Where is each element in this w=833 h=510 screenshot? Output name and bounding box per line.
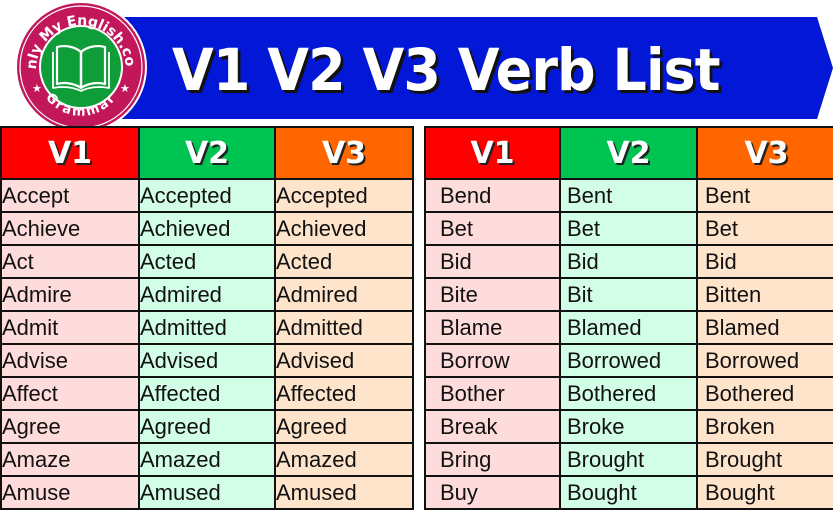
v3-cell: Bought	[696, 475, 833, 510]
v1-cell: Borrow	[424, 343, 561, 378]
v1-cell: Amaze	[0, 442, 140, 477]
v3-cell: Bitten	[696, 277, 833, 312]
table-row: Amuse Amused Amused	[0, 475, 414, 510]
v1-cell: Advise	[0, 343, 140, 378]
v2-cell: Bent	[559, 178, 698, 213]
v2-cell: Affected	[138, 376, 276, 411]
table-row: Advise Advised Advised	[0, 343, 414, 378]
v2-cell: Broke	[559, 409, 698, 444]
verb-table-left: V1 V2 V3 Accept Accepted Accepted Achieve Ac…	[0, 126, 414, 510]
table-header-row: V1 V2 V3	[424, 126, 833, 180]
table-row: Admit Admitted Admitted	[0, 310, 414, 345]
v1-cell: Agree	[0, 409, 140, 444]
v2-cell: Bid	[559, 244, 698, 279]
column-header-v2: V2	[559, 126, 698, 180]
v2-cell: Bought	[559, 475, 698, 510]
v2-cell: Borrowed	[559, 343, 698, 378]
v2-cell: Acted	[138, 244, 276, 279]
table-row: Bid Bid Bid	[424, 244, 833, 279]
v1-cell: Bite	[424, 277, 561, 312]
v3-cell: Advised	[274, 343, 414, 378]
table-row: Bother Bothered Bothered	[424, 376, 833, 411]
column-header-v3: V3	[274, 126, 414, 180]
v3-cell: Admired	[274, 277, 414, 312]
v1-cell: Blame	[424, 310, 561, 345]
v3-cell: Bet	[696, 211, 833, 246]
star-icon: ★	[120, 83, 130, 95]
v2-cell: Admired	[138, 277, 276, 312]
v2-cell: Agreed	[138, 409, 276, 444]
v2-cell: Brought	[559, 442, 698, 477]
column-header-v1: V1	[424, 126, 561, 180]
table-row: Blame Blamed Blamed	[424, 310, 833, 345]
v3-cell: Admitted	[274, 310, 414, 345]
v1-cell: Break	[424, 409, 561, 444]
table-row: Affect Affected Affected	[0, 376, 414, 411]
v1-cell: Bend	[424, 178, 561, 213]
site-logo: Only My English.com Grammar ★ ★	[7, 0, 148, 134]
v1-cell: Amuse	[0, 475, 140, 510]
column-header-v3: V3	[696, 126, 833, 180]
v3-cell: Affected	[274, 376, 414, 411]
v1-cell: Bother	[424, 376, 561, 411]
table-row: Act Acted Acted	[0, 244, 414, 279]
table-row: Break Broke Broken	[424, 409, 833, 444]
v3-cell: Broken	[696, 409, 833, 444]
v1-cell: Bet	[424, 211, 561, 246]
v1-cell: Act	[0, 244, 140, 279]
table-row: Bite Bit Bitten	[424, 277, 833, 312]
v1-cell: Bring	[424, 442, 561, 477]
v2-cell: Accepted	[138, 178, 276, 213]
page-title: V1 V2 V3 Verb List	[172, 36, 720, 104]
v3-cell: Bothered	[696, 376, 833, 411]
v3-cell: Brought	[696, 442, 833, 477]
v3-cell: Amused	[274, 475, 414, 510]
table-row: Bet Bet Bet	[424, 211, 833, 246]
v1-cell: Achieve	[0, 211, 140, 246]
v2-cell: Amazed	[138, 442, 276, 477]
table-row: Admire Admired Admired	[0, 277, 414, 312]
v3-cell: Achieved	[274, 211, 414, 246]
table-row: Accept Accepted Accepted	[0, 178, 414, 213]
v1-cell: Bid	[424, 244, 561, 279]
v1-cell: Admit	[0, 310, 140, 345]
table-row: Buy Bought Bought	[424, 475, 833, 510]
column-header-v1: V1	[0, 126, 140, 180]
v3-cell: Amazed	[274, 442, 414, 477]
v3-cell: Acted	[274, 244, 414, 279]
column-header-v2: V2	[138, 126, 276, 180]
v1-cell: Affect	[0, 376, 140, 411]
table-row: Bend Bent Bent	[424, 178, 833, 213]
table-row: Borrow Borrowed Borrowed	[424, 343, 833, 378]
table-row: Bring Brought Brought	[424, 442, 833, 477]
v2-cell: Amused	[138, 475, 276, 510]
v2-cell: Bit	[559, 277, 698, 312]
v1-cell: Admire	[0, 277, 140, 312]
v3-cell: Accepted	[274, 178, 414, 213]
v2-cell: Bothered	[559, 376, 698, 411]
table-row: Amaze Amazed Amazed	[0, 442, 414, 477]
v2-cell: Admitted	[138, 310, 276, 345]
v2-cell: Bet	[559, 211, 698, 246]
v3-cell: Agreed	[274, 409, 414, 444]
v3-cell: Bent	[696, 178, 833, 213]
star-icon: ★	[32, 83, 42, 95]
v3-cell: Bid	[696, 244, 833, 279]
v2-cell: Blamed	[559, 310, 698, 345]
v2-cell: Achieved	[138, 211, 276, 246]
v3-cell: Borrowed	[696, 343, 833, 378]
verb-table-right: V1 V2 V3 Bend Bent Bent Bet Bet Bet Bid Bid Bid B…	[424, 126, 833, 510]
v3-cell: Blamed	[696, 310, 833, 345]
table-header-row: V1 V2 V3	[0, 126, 414, 180]
v1-cell: Accept	[0, 178, 140, 213]
table-row: Agree Agreed Agreed	[0, 409, 414, 444]
table-row: Achieve Achieved Achieved	[0, 211, 414, 246]
v1-cell: Buy	[424, 475, 561, 510]
v2-cell: Advised	[138, 343, 276, 378]
